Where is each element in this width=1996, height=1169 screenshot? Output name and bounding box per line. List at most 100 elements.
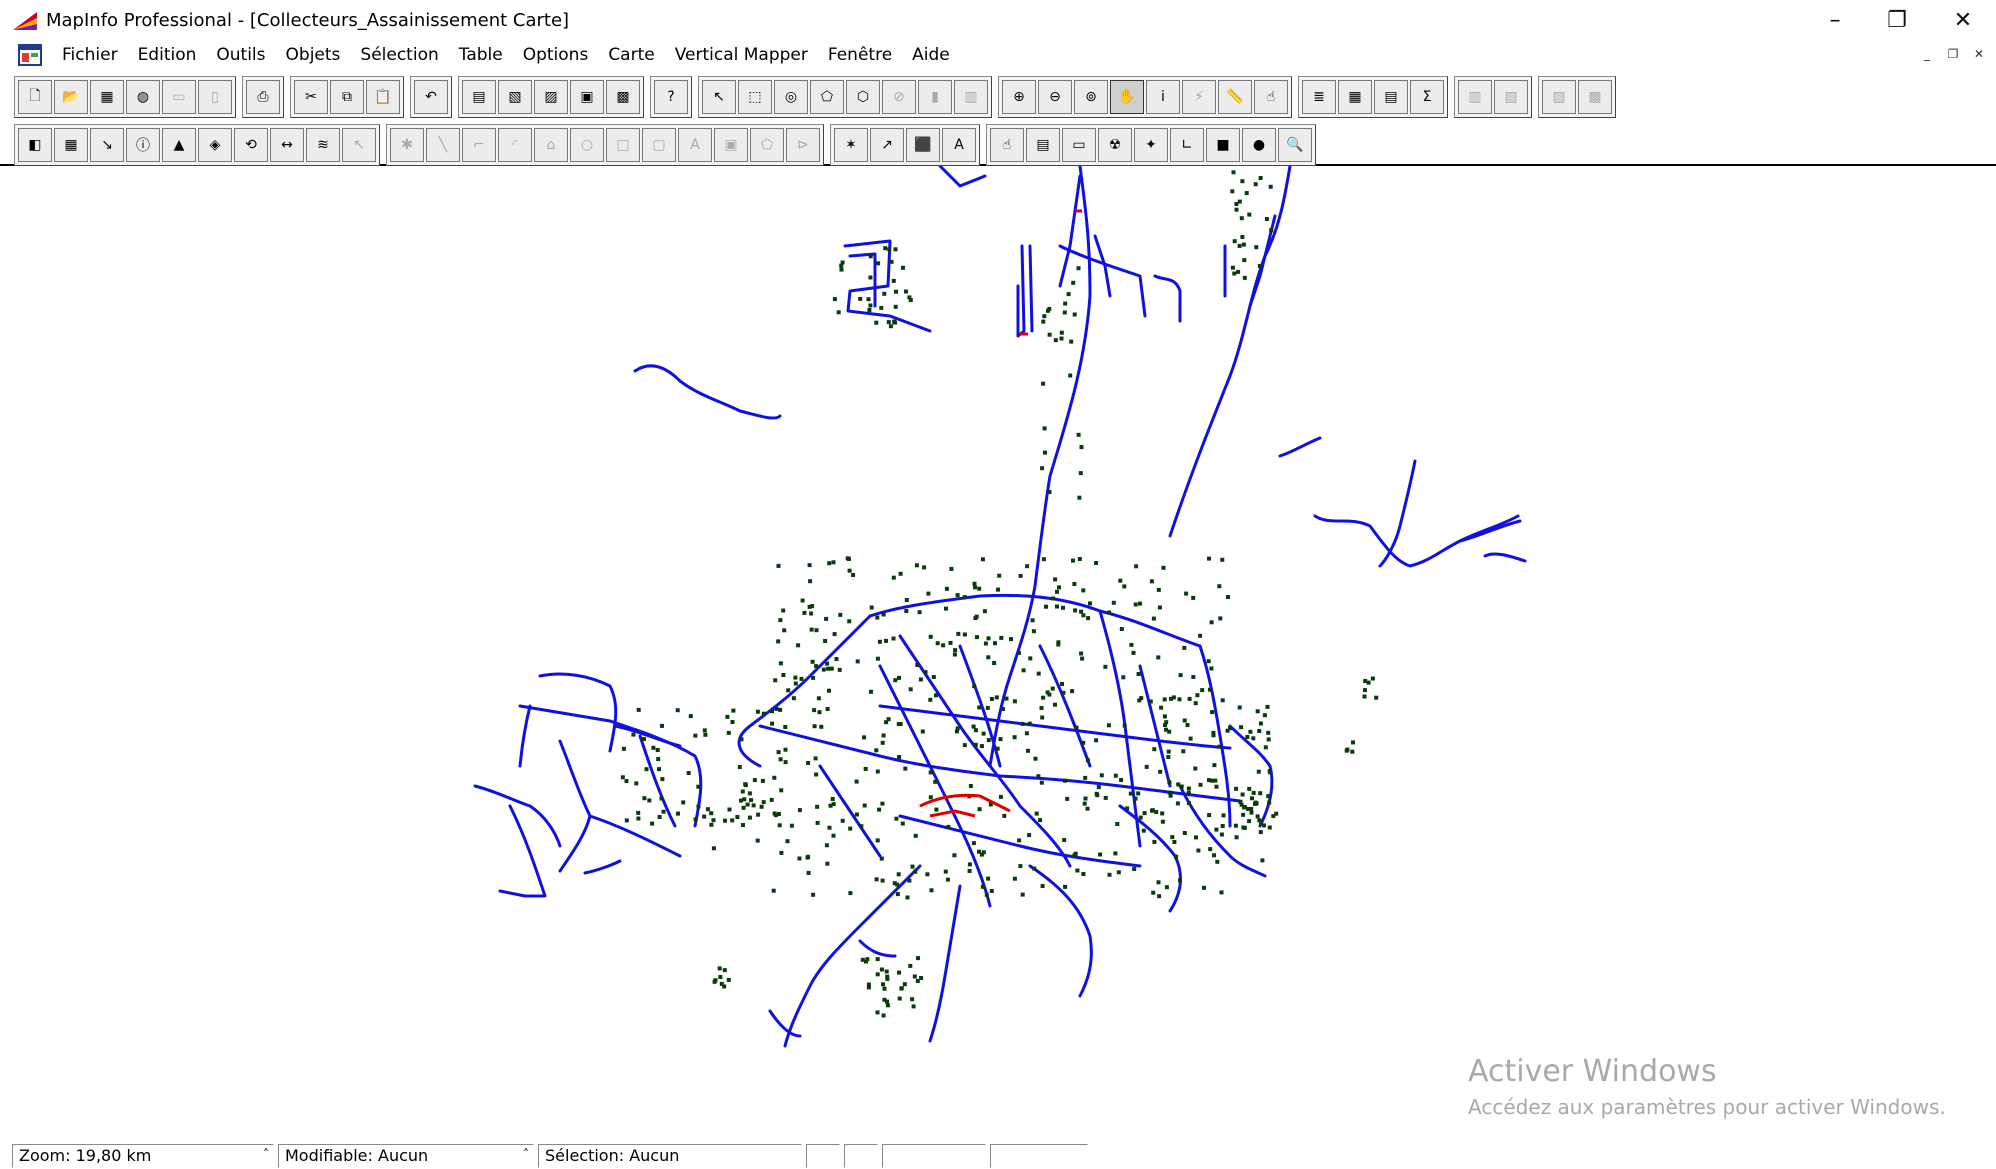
menu-fenêtre[interactable]: Fenêtre: [818, 41, 902, 69]
menu-carte[interactable]: Carte: [598, 41, 664, 69]
frame-tool-button[interactable]: ▭: [1062, 128, 1096, 162]
unselect-all-button[interactable]: ⊘: [882, 80, 916, 114]
map-canvas[interactable]: [0, 166, 1996, 1143]
layer-control-button[interactable]: ≣: [1302, 80, 1336, 114]
select-by-tool-button[interactable]: ☝: [990, 128, 1024, 162]
text-style-button[interactable]: A: [942, 128, 976, 162]
copy-button[interactable]: ⧉: [330, 80, 364, 114]
info-button[interactable]: i: [1146, 80, 1180, 114]
menu-sélection[interactable]: Sélection: [350, 41, 448, 69]
new-mapper-button[interactable]: ▧: [498, 80, 532, 114]
close-table-button[interactable]: ▯: [198, 80, 232, 114]
surface-button[interactable]: ▲: [162, 128, 196, 162]
add-node-button[interactable]: ⊳: [786, 128, 820, 162]
map-window[interactable]: [0, 166, 1996, 1143]
restore-button[interactable]: ❐: [1866, 0, 1928, 40]
rotate-button[interactable]: ⟲: [234, 128, 268, 162]
thematic-map-button[interactable]: ◧: [18, 128, 52, 162]
mdi-restore-button[interactable]: ❐: [1942, 44, 1964, 64]
menu-table[interactable]: Table: [449, 41, 513, 69]
print-button[interactable]: ⎙: [246, 80, 280, 114]
open-workspace-button[interactable]: ▦: [90, 80, 124, 114]
window-button[interactable]: ▤: [1026, 128, 1060, 162]
contour-button[interactable]: ◈: [198, 128, 232, 162]
paste-button[interactable]: 📋: [366, 80, 400, 114]
ruler-button[interactable]: 📏: [1218, 80, 1252, 114]
new-browser-button[interactable]: ▤: [462, 80, 496, 114]
document-icon[interactable]: [18, 44, 42, 66]
status-zoom[interactable]: Zoom: 19,80 km ˄: [12, 1144, 274, 1168]
mdi-close-button[interactable]: ✕: [1968, 44, 1990, 64]
status-editable[interactable]: Modifiable: Aucun ˄: [278, 1144, 534, 1168]
profile-button[interactable]: ↘: [90, 128, 124, 162]
clip-region-button[interactable]: ▩: [1578, 80, 1612, 114]
rectangle-button[interactable]: □: [606, 128, 640, 162]
menu-edition[interactable]: Edition: [128, 41, 207, 69]
menu-outils[interactable]: Outils: [206, 41, 275, 69]
node-point: [955, 593, 960, 598]
pin-button[interactable]: ✦: [1134, 128, 1168, 162]
change-view-button[interactable]: ⊚: [1074, 80, 1108, 114]
search-button[interactable]: 🔍: [1278, 128, 1312, 162]
marquee-select-button[interactable]: ⬚: [738, 80, 772, 114]
layers-button[interactable]: ≋: [306, 128, 340, 162]
radius-select-button[interactable]: ◎: [774, 80, 808, 114]
new-button[interactable]: 🗋: [18, 80, 52, 114]
grid-button[interactable]: ▦: [54, 128, 88, 162]
undo-button[interactable]: ↶: [414, 80, 448, 114]
options-button[interactable]: ▨: [1542, 80, 1576, 114]
statistics-button[interactable]: ▤: [1374, 80, 1408, 114]
open-button[interactable]: 📂: [54, 80, 88, 114]
menu-vertical-mapper[interactable]: Vertical Mapper: [665, 41, 818, 69]
square-button[interactable]: ■: [1206, 128, 1240, 162]
polygon-button[interactable]: ⌂: [534, 128, 568, 162]
save-button[interactable]: ▭: [162, 80, 196, 114]
line-style-button[interactable]: ↗: [870, 128, 904, 162]
ellipse-button[interactable]: ○: [570, 128, 604, 162]
text-button[interactable]: A: [678, 128, 712, 162]
menu-objets[interactable]: Objets: [276, 41, 351, 69]
menu-aide[interactable]: Aide: [902, 41, 960, 69]
menu-fichier[interactable]: Fichier: [52, 41, 128, 69]
cut-button[interactable]: ✂: [294, 80, 328, 114]
region-style-button[interactable]: ⬛: [906, 128, 940, 162]
open-dbms-button[interactable]: ◍: [126, 80, 160, 114]
zoom-in-button[interactable]: ⊕: [1002, 80, 1036, 114]
hotlink-button[interactable]: ⚡: [1182, 80, 1216, 114]
zoom-out-button[interactable]: ⊖: [1038, 80, 1072, 114]
symbol-style-button[interactable]: ✶: [834, 128, 868, 162]
mdi-minimize-button[interactable]: _: [1916, 44, 1938, 64]
new-redistrict-button[interactable]: ▩: [606, 80, 640, 114]
boundary-select-button[interactable]: ⬡: [846, 80, 880, 114]
new-grapher-button[interactable]: ▨: [534, 80, 568, 114]
status-selection[interactable]: Sélection: Aucun: [538, 1144, 802, 1168]
symbol-button[interactable]: ✱: [390, 128, 424, 162]
pointer-button[interactable]: ↖: [342, 128, 376, 162]
info-tool-button[interactable]: ⓘ: [126, 128, 160, 162]
line-button[interactable]: ╲: [426, 128, 460, 162]
close-button[interactable]: ✕: [1932, 0, 1994, 40]
grabber-button[interactable]: ✋: [1110, 80, 1144, 114]
invert-selection-button[interactable]: ▮: [918, 80, 952, 114]
graph-select-button[interactable]: ▥: [954, 80, 988, 114]
legend-button[interactable]: ▥: [1458, 80, 1492, 114]
sum-button[interactable]: Σ: [1410, 80, 1444, 114]
drag-window-button[interactable]: ☝: [1254, 80, 1288, 114]
cartographic-legend-button[interactable]: ▧: [1494, 80, 1528, 114]
reshape-button[interactable]: ⬠: [750, 128, 784, 162]
corner-button[interactable]: ∟: [1170, 128, 1204, 162]
menu-options[interactable]: Options: [513, 41, 599, 69]
minimize-button[interactable]: –: [1804, 0, 1866, 40]
rounded-rect-button[interactable]: ▢: [642, 128, 676, 162]
arc-button[interactable]: ◜: [498, 128, 532, 162]
show-legend-button[interactable]: ▦: [1338, 80, 1372, 114]
offset-button[interactable]: ↔: [270, 128, 304, 162]
new-layout-button[interactable]: ▣: [570, 80, 604, 114]
circle-button[interactable]: ●: [1242, 128, 1276, 162]
polyline-button[interactable]: ⌐: [462, 128, 496, 162]
select-button[interactable]: ↖: [702, 80, 736, 114]
radioactive-button[interactable]: ☢: [1098, 128, 1132, 162]
help-button[interactable]: ?: [654, 80, 688, 114]
frame-button[interactable]: ▣: [714, 128, 748, 162]
polygon-select-button[interactable]: ⬠: [810, 80, 844, 114]
